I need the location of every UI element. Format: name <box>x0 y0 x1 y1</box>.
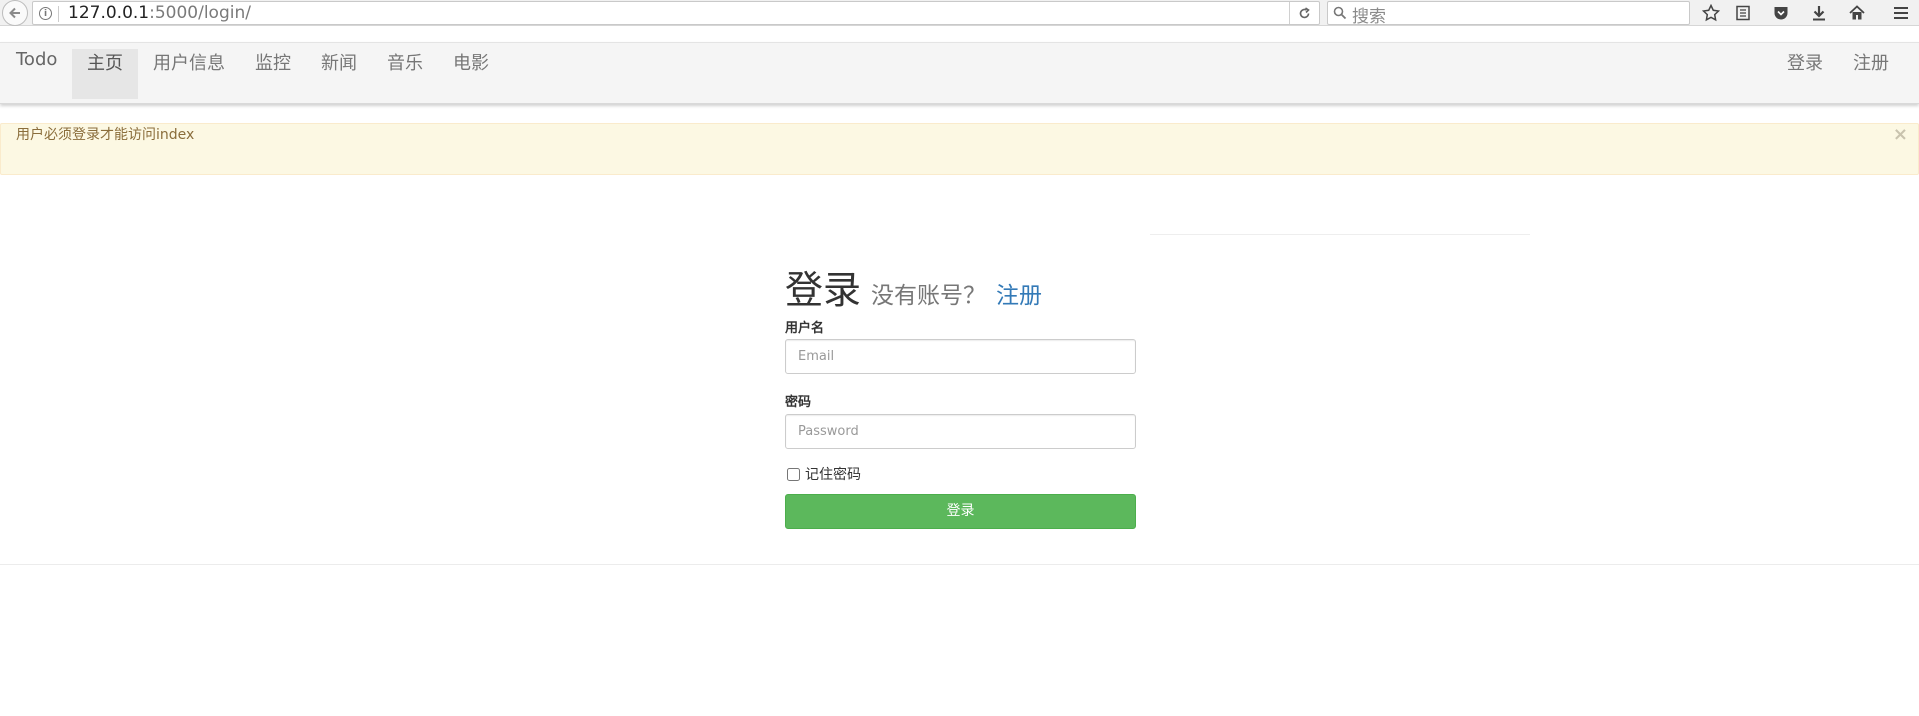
password-label: 密码 <box>785 395 812 410</box>
browser-search-box[interactable]: 搜索 <box>1327 1 1690 27</box>
username-input[interactable] <box>785 339 1136 374</box>
browser-toolbar: i 127.0.0.1:5000/login/ 搜索 <box>0 0 1919 27</box>
alert-close-button[interactable]: × <box>1893 124 1908 145</box>
login-heading: 登录 没有账号？ 注册 <box>785 259 1042 314</box>
nav-item-register[interactable]: 注册 <box>1853 49 1889 99</box>
nav-item-user-info[interactable]: 用户信息 <box>153 49 225 99</box>
url-host: 127.0.0.1 <box>68 3 150 23</box>
nav-item-home[interactable]: 主页 <box>72 49 138 99</box>
home-icon[interactable] <box>1846 2 1868 24</box>
download-icon[interactable] <box>1808 2 1830 24</box>
pocket-icon[interactable] <box>1770 2 1792 24</box>
remember-me: 记住密码 <box>785 464 861 484</box>
menu-icon[interactable] <box>1890 2 1912 24</box>
nav-item-monitor[interactable]: 监控 <box>255 49 291 99</box>
navbar: Todo 主页 用户信息 监控 新闻 音乐 电影 登录 注册 <box>0 42 1919 104</box>
url-separator <box>58 6 59 22</box>
nav-item-login[interactable]: 登录 <box>1787 49 1823 99</box>
alert-message: 用户必须登录才能访问index <box>16 127 195 143</box>
page-divider <box>0 564 1919 565</box>
url-path: :5000/login/ <box>149 3 251 23</box>
reading-list-icon[interactable] <box>1732 2 1754 24</box>
flash-alert: 用户必须登录才能访问index × <box>0 123 1919 175</box>
login-submit-button[interactable]: 登录 <box>785 494 1136 529</box>
nav-item-movies[interactable]: 电影 <box>453 49 489 99</box>
login-subtitle: 没有账号？ <box>871 283 987 309</box>
address-bar[interactable]: i 127.0.0.1:5000/login/ <box>32 1 1320 25</box>
navbar-brand[interactable]: Todo <box>16 49 57 99</box>
url-text[interactable]: 127.0.0.1:5000/login/ <box>68 3 251 25</box>
nav-item-music[interactable]: 音乐 <box>387 49 423 99</box>
register-link[interactable]: 注册 <box>996 276 1042 310</box>
reload-icon <box>1299 6 1310 18</box>
reload-button[interactable] <box>1289 2 1319 24</box>
divider <box>1150 234 1530 235</box>
search-placeholder: 搜索 <box>1352 7 1386 27</box>
info-icon[interactable]: i <box>39 7 52 20</box>
search-icon <box>1333 6 1347 20</box>
back-arrow-icon <box>9 7 20 19</box>
back-button[interactable] <box>2 0 28 26</box>
login-title: 登录 <box>785 268 862 312</box>
nav-item-news[interactable]: 新闻 <box>321 49 357 99</box>
username-label: 用户名 <box>785 321 825 336</box>
bookmark-star-icon[interactable] <box>1700 2 1722 24</box>
password-input[interactable] <box>785 414 1136 449</box>
remember-label[interactable]: 记住密码 <box>805 464 861 484</box>
remember-checkbox[interactable] <box>787 467 800 481</box>
